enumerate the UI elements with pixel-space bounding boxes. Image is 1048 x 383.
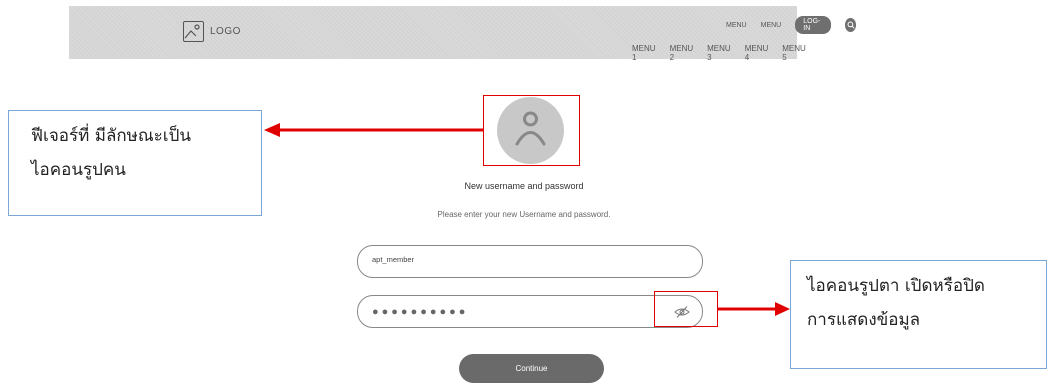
eye-annotation-note: ไอคอนรูปตา เปิดหรือปิด การแสดงข้อมูล	[790, 260, 1047, 369]
logo[interactable]: LOGO	[183, 21, 241, 42]
main-menu: MENU 1 MENU 2 MENU 3 MENU 4 MENU 5	[632, 44, 806, 62]
annotation-line: ไอคอนรูปตา เปิดหรือปิด	[807, 276, 985, 296]
avatar-highlight-box	[483, 95, 580, 166]
header-bar: LOGO MENU MENU LOG-IN MENU 1 MENU 2 MENU…	[69, 6, 857, 62]
login-button[interactable]: LOG-IN	[795, 16, 831, 34]
top-menu: MENU MENU LOG-IN	[726, 16, 857, 34]
search-button[interactable]	[844, 18, 857, 32]
continue-button[interactable]: Continue	[459, 354, 604, 383]
menu-item-5[interactable]: MENU 5	[782, 44, 806, 62]
eye-highlight-box	[654, 291, 718, 327]
top-menu-item[interactable]: MENU	[726, 22, 747, 29]
annotation-line: ไอคอนรูปคน	[31, 160, 126, 180]
logo-text: LOGO	[210, 26, 241, 37]
search-icon	[847, 21, 855, 29]
eye-arrow	[718, 302, 790, 316]
top-menu-item[interactable]: MENU	[761, 22, 782, 29]
menu-item-1[interactable]: MENU 1	[632, 44, 656, 62]
menu-item-3[interactable]: MENU 3	[707, 44, 731, 62]
annotation-line: การแสดงข้อมูล	[807, 310, 921, 330]
username-input[interactable]	[372, 255, 652, 264]
avatar-arrow	[264, 123, 483, 137]
avatar-annotation-note: ฟีเจอร์ที่ มีลักษณะเป็น ไอคอนรูปคน	[8, 110, 262, 216]
menu-item-4[interactable]: MENU 4	[745, 44, 769, 62]
annotation-line: ฟีเจอร์ที่ มีลักษณะเป็น	[31, 126, 192, 146]
menu-item-2[interactable]: MENU 2	[670, 44, 694, 62]
password-field[interactable]: ●●●●●●●●●●	[357, 295, 703, 328]
username-field[interactable]	[357, 245, 703, 278]
password-mask: ●●●●●●●●●●	[372, 306, 469, 318]
image-placeholder-icon	[183, 21, 204, 42]
